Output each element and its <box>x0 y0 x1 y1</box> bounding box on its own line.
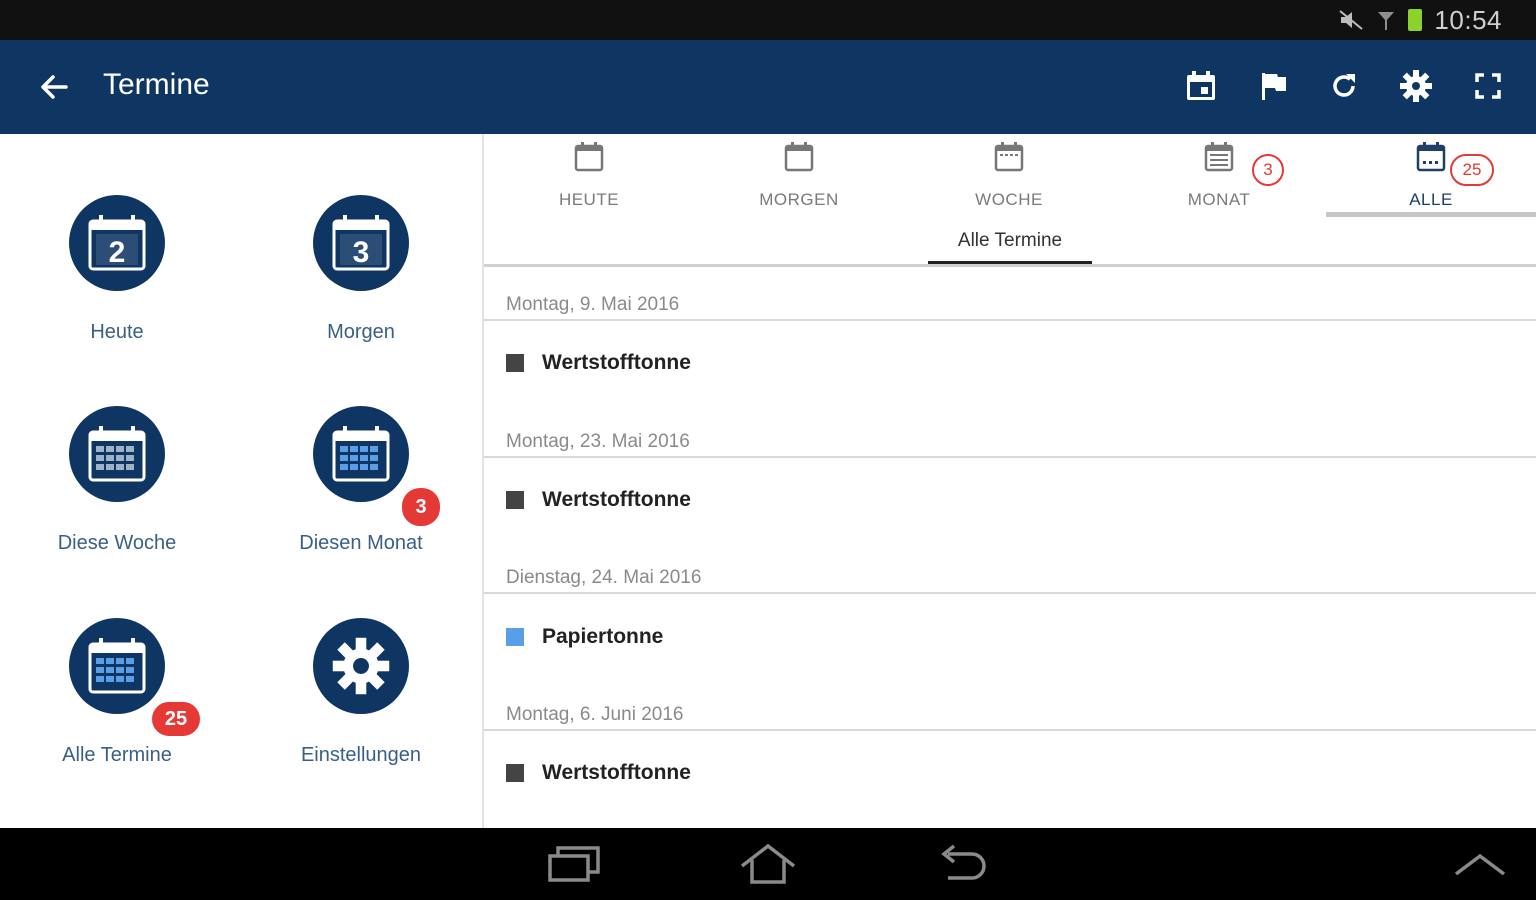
tile-label: Einstellungen <box>300 744 422 766</box>
chevron-up-icon[interactable] <box>1450 842 1510 888</box>
flag-button[interactable] <box>1253 66 1293 106</box>
event-name: Wertstofftonne <box>542 761 691 784</box>
tab-indicator <box>1326 212 1536 217</box>
settings-button[interactable] <box>1396 66 1436 106</box>
tile-alle-termine[interactable]: 25 Alle Termine <box>6 618 226 808</box>
list-item[interactable]: Wertstofftonne <box>506 485 691 515</box>
home-icon[interactable] <box>738 842 798 888</box>
event-name: Wertstofftonne <box>542 351 691 374</box>
refresh-button[interactable] <box>1324 66 1364 106</box>
row-divider <box>484 319 1536 321</box>
tab-label: MONAT <box>1187 190 1251 209</box>
tab-woche[interactable]: WOCHE <box>904 134 1114 218</box>
date-header: Dienstag, 24. Mai 2016 <box>506 567 702 588</box>
date-header: Montag, 23. Mai 2016 <box>506 431 690 452</box>
tab-heute[interactable]: HEUTE <box>484 134 694 218</box>
tab-bar: HEUTE MORGEN WOCHE 3 MONAT 25 ALLE <box>484 134 1536 218</box>
tab-monat[interactable]: 3 MONAT <box>1114 134 1324 218</box>
subtab-alle-termine[interactable]: Alle Termine <box>928 230 1092 252</box>
tab-label: WOCHE <box>975 190 1043 209</box>
calendar-all-icon <box>88 638 146 694</box>
event-name: Wertstofftonne <box>542 488 691 511</box>
tile-label: Diesen Monat <box>299 532 423 554</box>
back-arrow-icon[interactable] <box>36 68 74 106</box>
status-bar: 10:54 <box>0 0 1536 40</box>
calendar-all-icon <box>1416 142 1446 172</box>
status-time: 10:54 <box>1434 4 1502 35</box>
flag-icon <box>1262 73 1286 100</box>
row-divider <box>484 456 1536 458</box>
tile-label: Heute <box>90 321 144 343</box>
calendar-today-button[interactable] <box>1181 66 1221 106</box>
back-icon[interactable] <box>934 842 994 888</box>
battery-icon <box>1408 9 1423 31</box>
fullscreen-icon <box>1475 73 1501 99</box>
event-color-marker <box>506 764 524 782</box>
calendar-week-icon <box>88 426 146 482</box>
page-title: Termine <box>103 68 210 101</box>
tile-label: Alle Termine <box>62 744 172 766</box>
tile-badge: 3 <box>400 486 442 528</box>
tile-heute[interactable]: 2 Heute <box>6 195 226 385</box>
refresh-icon <box>1333 74 1355 97</box>
list-item[interactable]: Papiertonne <box>506 622 663 652</box>
tab-label: ALLE <box>1409 190 1453 209</box>
tab-label: HEUTE <box>558 190 620 209</box>
list-item[interactable]: Wertstofftonne <box>506 348 691 378</box>
fullscreen-button[interactable] <box>1468 66 1508 106</box>
tile-circle <box>69 618 165 714</box>
tile-label: Diese Woche <box>57 532 177 554</box>
event-color-marker <box>506 491 524 509</box>
gear-icon <box>332 637 390 695</box>
navigation-bar <box>0 828 1536 900</box>
date-header: Montag, 6. Juni 2016 <box>506 704 684 725</box>
calendar-today-icon <box>1187 71 1215 100</box>
subtab-divider <box>484 264 1536 267</box>
app-bar: Termine <box>0 40 1536 134</box>
event-color-marker <box>506 354 524 372</box>
calendar-month-icon <box>1204 142 1234 172</box>
tile-einstellungen[interactable]: Einstellungen <box>250 618 470 808</box>
tab-label: MORGEN <box>759 190 839 209</box>
subtab-row: Alle Termine <box>484 218 1536 266</box>
tile-circle: 2 <box>69 195 165 291</box>
tile-badge: 25 <box>150 700 202 738</box>
calendar-week-icon <box>994 142 1024 172</box>
tab-badge: 3 <box>1252 154 1284 186</box>
gear-icon <box>1400 70 1432 102</box>
status-icons: 10:54 <box>1338 4 1502 36</box>
shortcut-grid: 2 Heute 3 Morgen Diese Woche 3 Diesen Mo… <box>0 134 482 828</box>
tile-morgen[interactable]: 3 Morgen <box>250 195 470 385</box>
tile-circle <box>69 406 165 502</box>
date-header: Montag, 9. Mai 2016 <box>506 294 680 315</box>
event-list: Montag, 9. Mai 2016 Wertstofftonne Monta… <box>484 268 1536 828</box>
mute-icon <box>1339 10 1364 30</box>
calendar-month-icon <box>332 426 390 482</box>
tile-diese-woche[interactable]: Diese Woche <box>6 406 226 596</box>
recent-apps-icon[interactable] <box>544 842 604 888</box>
row-divider <box>484 729 1536 731</box>
tile-circle: 3 <box>313 195 409 291</box>
tab-badge: 25 <box>1450 154 1494 186</box>
list-item[interactable]: Wertstofftonne <box>506 758 691 788</box>
event-color-marker <box>506 628 524 646</box>
tile-label: Morgen <box>327 321 395 343</box>
tile-day-number: 3 <box>352 236 370 269</box>
tab-morgen[interactable]: MORGEN <box>694 134 904 218</box>
tile-day-number: 2 <box>108 236 126 269</box>
calendar-icon <box>574 142 604 172</box>
tile-circle <box>313 406 409 502</box>
row-divider <box>484 592 1536 594</box>
tile-diesen-monat[interactable]: 3 Diesen Monat <box>250 406 470 596</box>
event-name: Papiertonne <box>542 625 664 648</box>
tab-alle[interactable]: 25 ALLE <box>1326 134 1536 218</box>
signal-icon <box>1378 12 1395 30</box>
calendar-icon <box>784 142 814 172</box>
tile-circle <box>313 618 409 714</box>
